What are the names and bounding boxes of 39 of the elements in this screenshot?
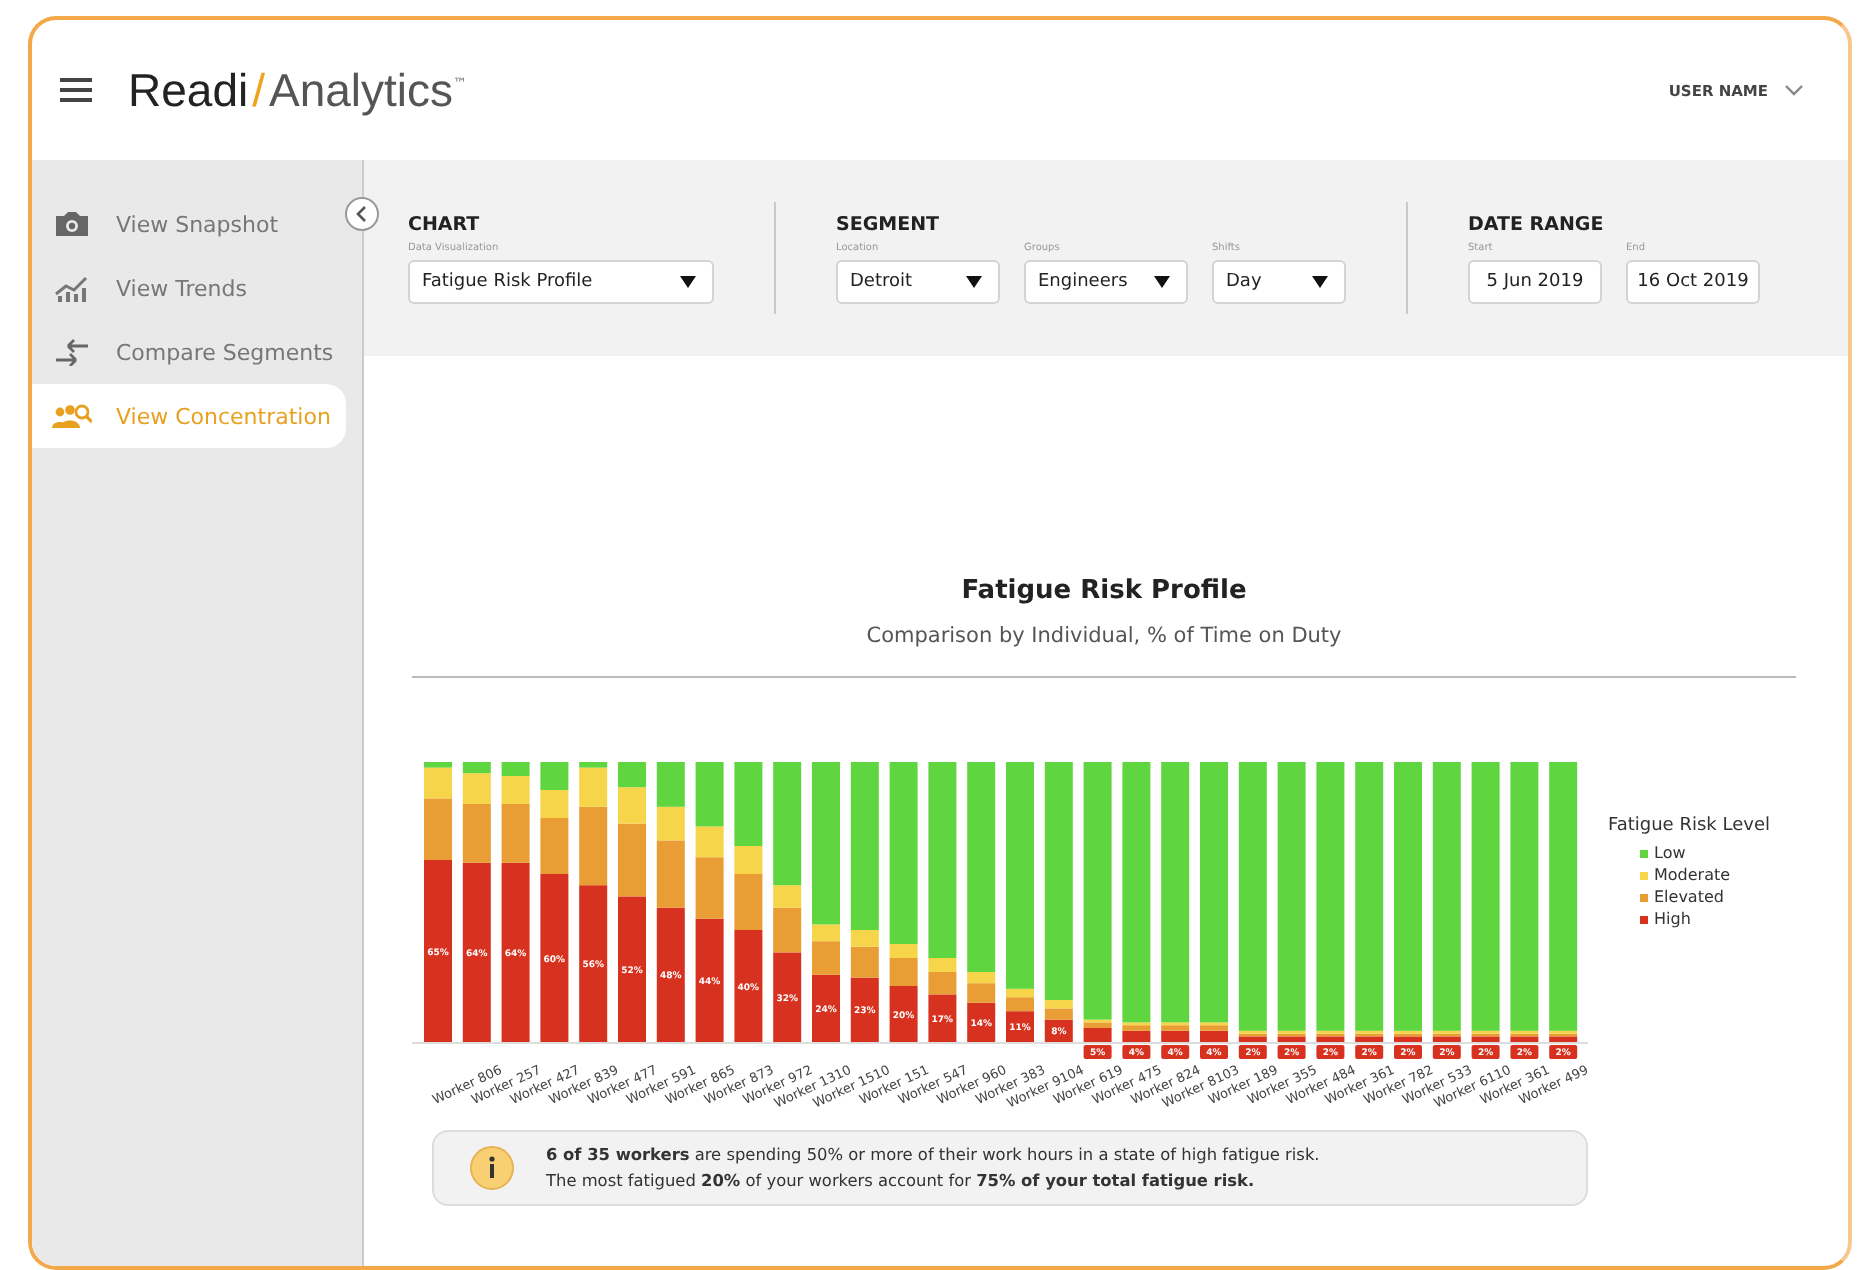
date-field[interactable]: 5 Jun 2019 [1468, 259, 1602, 303]
legend-title: Fatigue Risk Level [1608, 816, 1770, 836]
dropdown[interactable]: Detroit [836, 259, 1000, 303]
menu-icon[interactable] [60, 78, 92, 102]
collapse-button[interactable] [344, 196, 380, 232]
bar-segment [540, 762, 569, 790]
trend-chart-icon [52, 274, 92, 302]
dropdown[interactable]: Fatigue Risk Profile [408, 259, 714, 303]
info-text: 6 of 35 workers are spending 50% or more of their work hours in a state of high fatigue risk. [546, 1142, 1320, 1168]
dropdown-arrow-icon [1154, 275, 1170, 287]
legend-label: High [1654, 910, 1691, 928]
legend-label: Low [1654, 844, 1686, 862]
logo-separator: / [252, 63, 265, 117]
filter-title: CHART [408, 213, 482, 235]
logo-product: Analytics [269, 63, 454, 117]
filter-title: DATE RANGE [1468, 213, 1606, 235]
info-text: The most fatigued 20% of your workers account for 75% of your total fatigue risk. [546, 1168, 1257, 1194]
filter-title: SEGMENT [836, 213, 942, 235]
legend-label: Moderate [1654, 866, 1731, 884]
date-field[interactable]: 16 Oct 2019 [1626, 259, 1760, 303]
dropdown[interactable]: Day [1212, 259, 1346, 303]
chart-subtitle: Comparison by Individual, % of Time on Duty [864, 624, 1344, 648]
sidebar-item[interactable]: View Snapshot [32, 192, 346, 256]
bar-segment [618, 762, 646, 788]
chart-title: Fatigue Risk Profile [959, 576, 1249, 606]
sidebar-item[interactable]: Compare Segments [32, 320, 346, 384]
chevron-down-icon[interactable] [1784, 84, 1804, 96]
camera-icon [52, 210, 92, 238]
dropdown-arrow-icon [1312, 275, 1328, 287]
people-search-icon [52, 402, 92, 430]
bar-segment [656, 762, 685, 807]
sidebar-item[interactable]: View Trends [32, 256, 346, 320]
dropdown[interactable]: Engineers [1024, 259, 1188, 303]
info-icon [470, 1146, 514, 1190]
arrows-icon [52, 338, 92, 366]
dropdown-arrow-icon [966, 275, 982, 287]
dropdown-arrow-icon [680, 275, 696, 287]
logo-brand: Readi [128, 63, 249, 117]
legend-label: Elevated [1654, 888, 1724, 906]
